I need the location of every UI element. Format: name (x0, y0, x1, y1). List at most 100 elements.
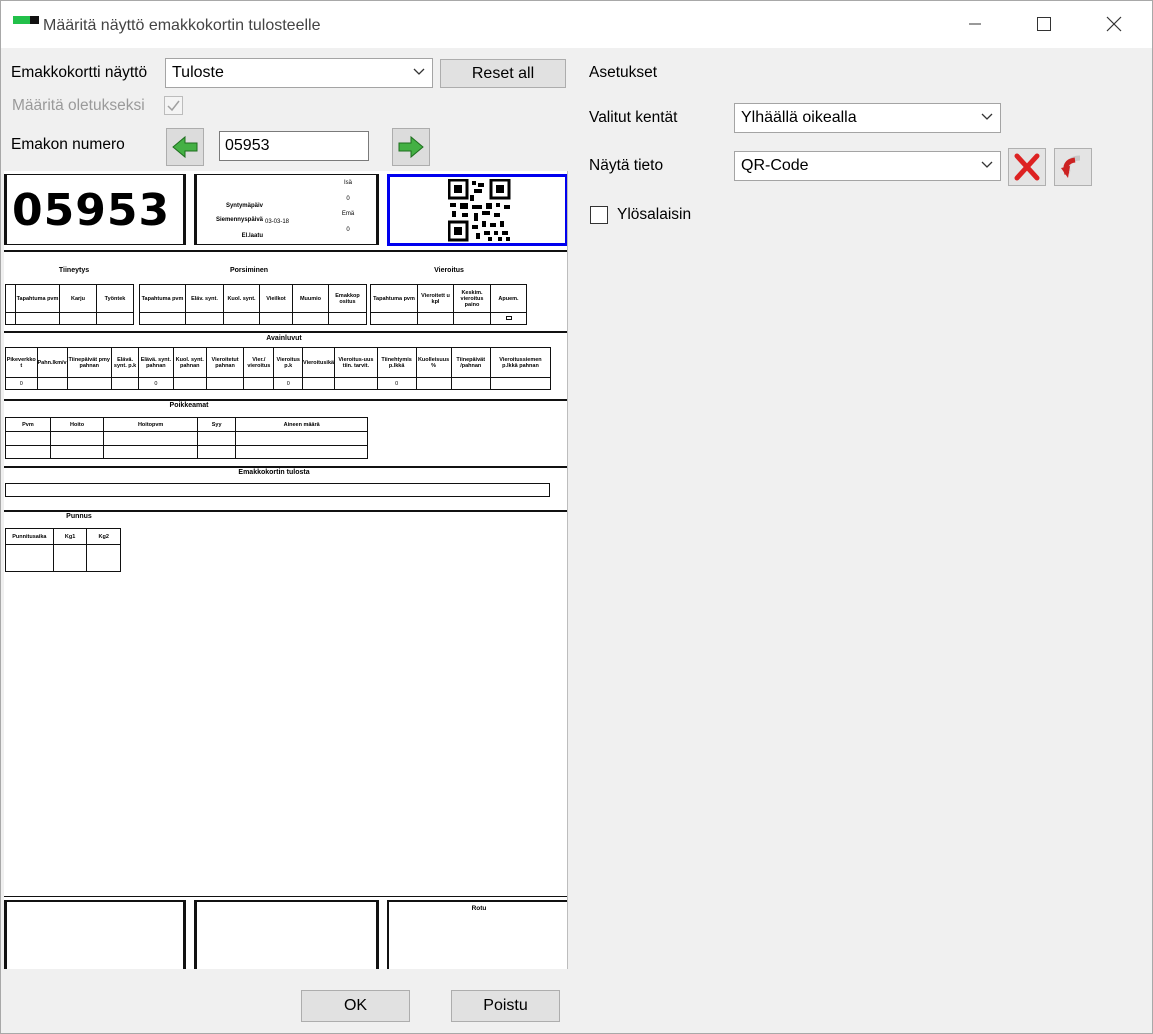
chevron-down-icon (413, 68, 425, 75)
history-header: Keskim. vieroitus paino (453, 284, 491, 313)
print-preview: 05953 Syntymäpäiv Siemennyspäivä El.laat… (4, 171, 568, 969)
info-label-birth: Syntymäpäiv (225, 203, 263, 209)
maximize-button[interactable] (1010, 1, 1078, 47)
selected-fields-select[interactable]: Ylhäällä oikealla (734, 103, 1001, 133)
minimize-button[interactable] (941, 1, 1009, 47)
key-figure-header: Vieroitus-uus tiin. tarvit. (334, 347, 378, 378)
notes-title: Emakkokortin tulosta (238, 469, 310, 476)
emakon-numero-label: Emakon numero (11, 136, 125, 153)
cancel-button[interactable]: Poistu (451, 990, 560, 1022)
undo-icon (1061, 155, 1081, 178)
key-figure-header: Vieroitus p.k (273, 347, 303, 378)
key-figure-header: Vier./ vieroitus (243, 347, 275, 378)
history-header: Tapahtuma pvm (139, 284, 186, 313)
weight-header: Punnitusaika (5, 528, 54, 545)
key-figure-header: Elävä. synt. p.k (110, 347, 140, 378)
bottom-box-right[interactable]: Rotu (387, 900, 567, 969)
reset-all-button[interactable]: Reset all (440, 59, 566, 88)
show-info-select[interactable]: QR-Code (734, 151, 1001, 181)
key-figure-value (205, 377, 245, 390)
info-label-quality: El.laatu (241, 233, 263, 239)
treatment-header: Syy (196, 417, 237, 432)
bottom-divider (4, 896, 567, 898)
history-header: Apuem. (490, 284, 527, 313)
maximize-icon (1037, 17, 1051, 31)
side-label-mother: Emä (341, 211, 355, 217)
checkmark-icon (167, 100, 180, 112)
key-figure-value (301, 377, 336, 390)
app-icon (13, 16, 39, 24)
upside-down-checkbox[interactable] (590, 206, 608, 224)
sow-number: 05953 (12, 185, 171, 236)
close-icon (1106, 16, 1122, 32)
minimize-icon (969, 23, 981, 25)
arrow-left-icon (172, 135, 198, 159)
sow-info-box[interactable]: Syntymäpäiv Siemennyspäivä El.laatu 03-0… (194, 174, 379, 245)
key-figure-header: Vieroitussiemen p.lkkä pahnan (489, 347, 552, 378)
default-label: Määritä oletukseksi (12, 97, 145, 114)
side-value-father: 0 (346, 196, 350, 202)
key-figure-value (66, 377, 112, 390)
bottom-box-middle[interactable] (194, 900, 379, 969)
history-header: Muumio (292, 284, 329, 313)
selected-fields-label: Valitut kentät (589, 109, 678, 126)
bottom-title: Rotu (471, 905, 487, 912)
weights-title: Punnus (66, 513, 92, 520)
weight-header: Kg2 (86, 528, 121, 545)
previous-sow-button[interactable] (166, 128, 204, 166)
key-figures-title: Avainluvut (266, 335, 302, 342)
history-header: Työntek (96, 284, 134, 313)
history-header: Tapahtuma pvm (15, 284, 60, 313)
key-figure-header: Kuol. synt. pahnan (172, 347, 207, 378)
key-figure-value (110, 377, 140, 390)
upside-down-label: Ylösalaisin (617, 206, 692, 223)
history-group-breeding: Tiineytys (58, 267, 90, 274)
history-header: Emakkop ositus (328, 284, 367, 313)
key-figure-header: Elävä. synt. pahnan (138, 347, 174, 378)
settings-title: Asetukset (589, 64, 658, 81)
key-figure-header: Tiinepäivät /pahnan (450, 347, 491, 378)
key-figure-value (36, 377, 68, 390)
qr-code-box[interactable] (387, 174, 567, 246)
default-checkbox[interactable] (164, 96, 183, 115)
bottom-box-left[interactable] (4, 900, 186, 969)
weight-header: Kg1 (52, 528, 88, 545)
key-figure-value: 0 (5, 377, 38, 390)
key-figure-header: Kuolleisuus % (415, 347, 452, 378)
key-figure-header: Vieroitusikä (301, 347, 336, 378)
sow-number-box[interactable]: 05953 (4, 174, 186, 245)
key-figure-value (243, 377, 275, 390)
treatments-table: Pvm Hoito Hoitopvm Syy Aineen määrä (5, 417, 368, 459)
delete-button[interactable] (1008, 148, 1046, 186)
key-figure-value: 0 (138, 377, 174, 390)
history-header: Vieroitett u kpl (417, 284, 454, 313)
undo-button[interactable] (1054, 148, 1092, 186)
close-button[interactable] (1080, 1, 1148, 47)
key-figure-header: Tiinepäivät pmy pahnan (66, 347, 112, 378)
show-info-label: Näytä tieto (589, 157, 664, 174)
history-header: Karju (59, 284, 97, 313)
treatments-title: Poikkeamat (169, 402, 209, 409)
key-figures-table: Pikeverkko t Pahn.lkm/v Tiinepäivät pmy pa… (5, 347, 552, 390)
notes-field (5, 483, 550, 497)
key-figure-header: Pikeverkko t (5, 347, 38, 378)
emakkokortti-value: Tuloste (172, 64, 224, 81)
history-group-farrowing: Porsiminen (229, 267, 269, 274)
treatment-header: Pvm (5, 417, 51, 432)
info-date: 03-03-18 (265, 219, 290, 225)
key-figure-value (172, 377, 207, 390)
side-label-father: Isä (343, 180, 352, 186)
next-sow-button[interactable] (392, 128, 430, 166)
delete-x-icon (1014, 153, 1040, 181)
key-figure-value (489, 377, 552, 390)
emakkokortti-select[interactable]: Tuloste (165, 58, 433, 88)
selected-fields-value: Ylhäällä oikealla (741, 109, 857, 126)
key-figure-header: Tiinehtymis p.lkkä (376, 347, 417, 378)
history-table: Tapahtuma pvm Karju Työntek Tapahtuma pv… (5, 284, 527, 325)
emakon-numero-input[interactable]: 05953 (219, 131, 369, 161)
history-group-weaning: Vieroitus (434, 267, 464, 274)
key-figure-value (334, 377, 378, 390)
weights-table: Punnitusaika Kg1 Kg2 (5, 528, 121, 572)
history-header: Eläv. synt. (185, 284, 224, 313)
ok-button[interactable]: OK (301, 990, 410, 1022)
